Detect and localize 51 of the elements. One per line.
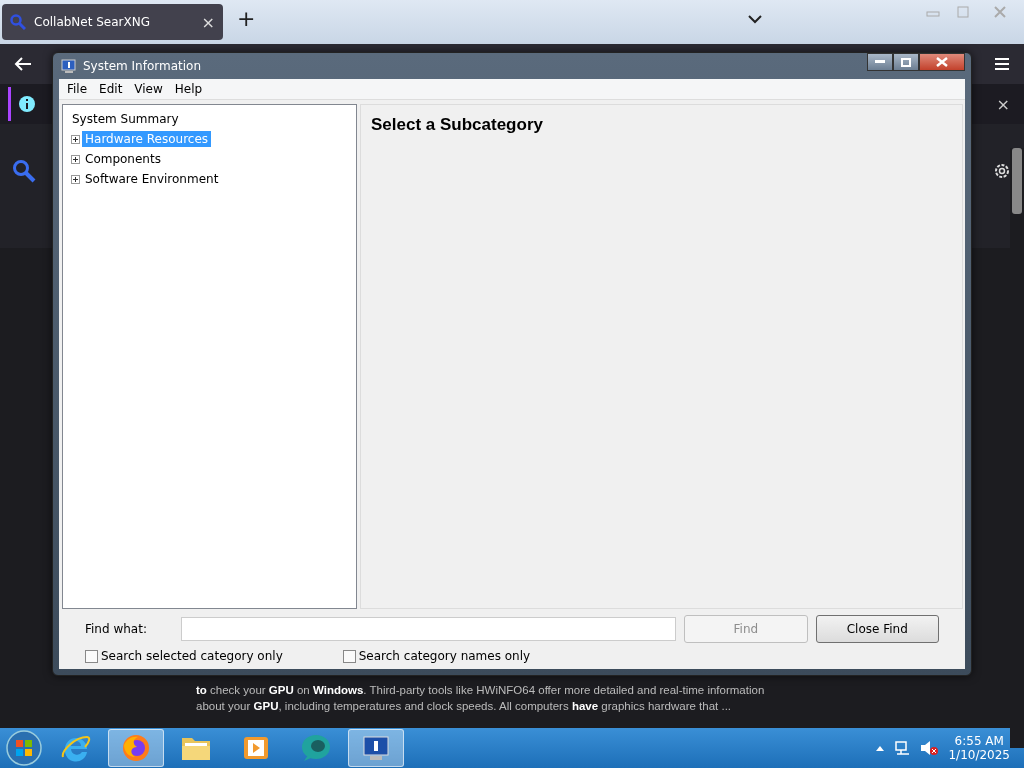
checkbox-label[interactable]: Search selected category only — [101, 649, 283, 663]
expand-icon[interactable] — [71, 174, 80, 184]
checkbox-label[interactable]: Search category names only — [358, 649, 531, 663]
system-info-icon — [61, 58, 77, 74]
new-tab-button[interactable]: + — [231, 6, 262, 31]
internet-explorer-icon[interactable] — [61, 733, 91, 763]
show-hidden-icons-icon[interactable] — [876, 745, 885, 751]
tree-item[interactable]: Components — [82, 151, 164, 167]
minimize-button[interactable] — [867, 53, 893, 71]
tree-item[interactable]: Software Environment — [82, 171, 222, 187]
search-icon — [10, 14, 26, 30]
details-heading: Select a Subcategory — [371, 115, 544, 135]
browser-tab[interactable]: CollabNet SearXNG × — [2, 4, 223, 40]
firefox-icon[interactable] — [121, 733, 151, 763]
info-icon — [19, 96, 35, 112]
media-player-icon[interactable] — [242, 734, 270, 762]
menu-item[interactable]: Edit — [93, 82, 129, 96]
search-result-snippet: to check your GPU on Windows. Third-party tools like HWiNFO64 offer more detailed and real-time information about your GPU, including temperatures and clock speeds. All computers have graphics hardware that ... — [196, 683, 766, 714]
back-arrow-icon[interactable] — [14, 56, 32, 72]
scrollbar-thumb[interactable] — [1012, 148, 1022, 214]
tree-item[interactable]: System Summary — [69, 111, 182, 127]
close-icon — [936, 57, 948, 67]
category-tree[interactable]: System Summary Hardware Resources Components Software Environment — [62, 104, 357, 609]
close-find-button[interactable]: Close Find — [815, 615, 939, 643]
system-info-icon[interactable] — [361, 734, 391, 762]
volume-muted-icon[interactable] — [920, 740, 939, 756]
expand-icon[interactable] — [71, 134, 80, 144]
menu-item[interactable]: Help — [168, 82, 209, 96]
maximize-button[interactable] — [893, 53, 919, 71]
minimize-icon — [875, 60, 885, 64]
window-title: System Information — [83, 59, 202, 73]
close-button[interactable]: × — [996, 94, 1010, 114]
find-label: Find what: — [85, 622, 148, 636]
checkbox[interactable] — [342, 649, 356, 663]
menu-item[interactable]: View — [128, 82, 169, 96]
find-input-field[interactable] — [180, 617, 677, 641]
tab-close-button[interactable]: × — [201, 12, 215, 32]
menu-icon[interactable] — [994, 57, 1010, 71]
close-button[interactable] — [919, 53, 965, 71]
chevron-down-icon[interactable] — [748, 14, 762, 24]
expand-icon[interactable] — [71, 154, 80, 164]
start-button[interactable] — [4, 729, 44, 767]
chat-bubble-icon[interactable] — [300, 733, 332, 763]
tab-title: CollabNet SearXNG — [34, 15, 152, 29]
clock[interactable]: 6:55 AM 1/10/2025 — [948, 734, 1010, 762]
checkbox[interactable] — [85, 649, 98, 663]
network-icon[interactable] — [894, 740, 911, 756]
settings-icon[interactable] — [992, 161, 1012, 181]
search-icon[interactable] — [12, 159, 36, 183]
maximize-icon — [901, 57, 911, 67]
menu-item[interactable]: File — [61, 82, 94, 96]
